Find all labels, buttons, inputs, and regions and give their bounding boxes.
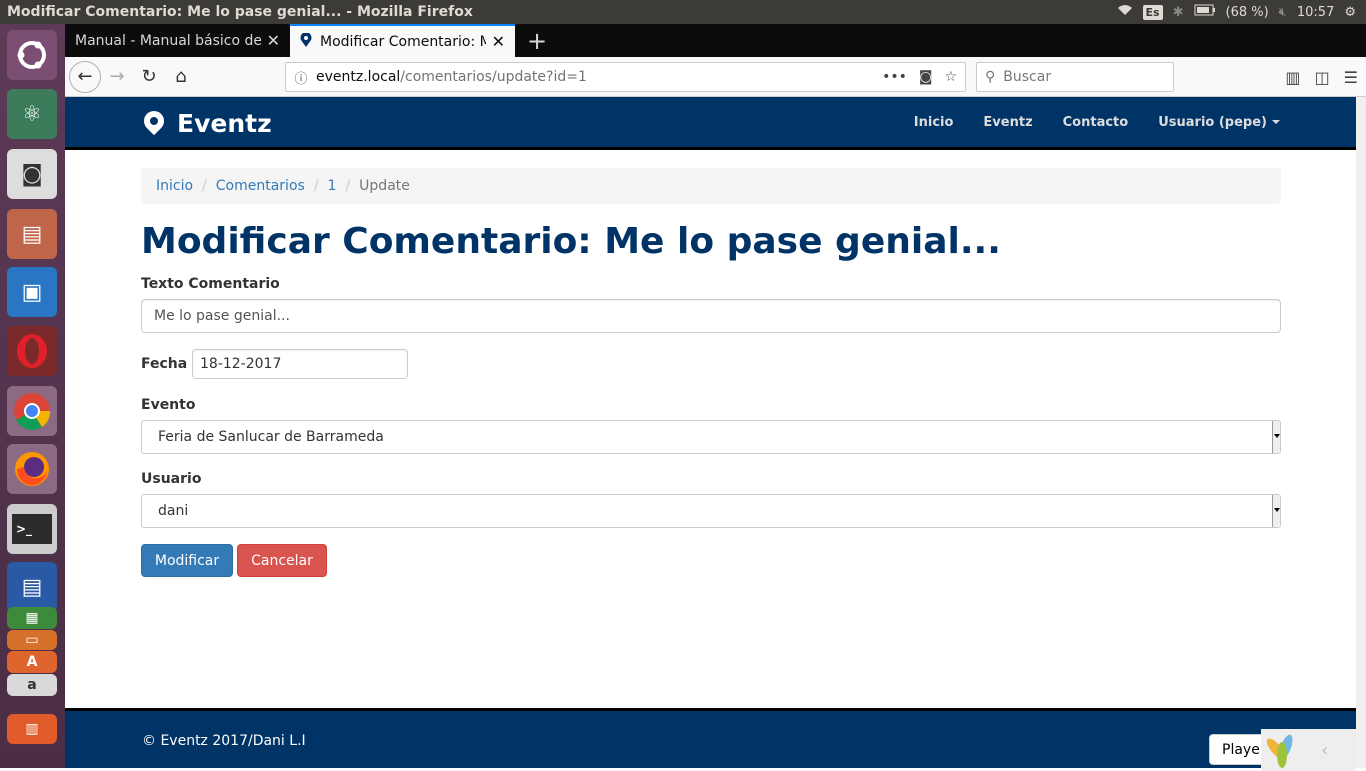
nav-toolbar: ← → ↻ ⌂ ⓘ eventz.local/comentarios/updat… [65, 57, 1366, 97]
breadcrumb-current: Update [359, 178, 410, 194]
ubuntu-dash-icon[interactable] [7, 30, 57, 80]
home-icon[interactable]: ⌂ [165, 61, 197, 93]
impress-icon[interactable]: ▭ [7, 630, 57, 650]
calc-icon[interactable]: ▦ [7, 607, 57, 629]
camera-icon[interactable]: ◙ [7, 149, 57, 199]
nav-link-contacto[interactable]: Contacto [1063, 115, 1129, 130]
opera-icon[interactable] [7, 326, 57, 376]
forward-arrow-icon[interactable]: → [101, 61, 133, 93]
chrome-icon[interactable] [7, 386, 57, 436]
breadcrumb-id[interactable]: 1 [328, 178, 337, 194]
yii-logo-icon [1263, 732, 1301, 768]
files-icon[interactable]: ▤ [7, 209, 57, 259]
reload-icon[interactable]: ↻ [133, 61, 165, 93]
yii-debug-toolbar[interactable]: ‹ [1261, 729, 1356, 771]
cancelar-button[interactable]: Cancelar [237, 544, 327, 577]
tab-label: Manual - Manual básico de C [75, 32, 261, 49]
usuario-select[interactable]: dani [141, 494, 1281, 528]
wifi-icon[interactable] [1117, 4, 1133, 20]
evento-select[interactable]: Feria de Sanlucar de Barrameda [141, 420, 1281, 454]
search-placeholder: Buscar [1003, 69, 1052, 85]
nav-link-eventz[interactable]: Eventz [983, 115, 1032, 130]
tab-manual[interactable]: Manual - Manual básico de C ✕ [65, 24, 290, 57]
library-icon[interactable]: ▥ [1285, 68, 1300, 87]
page-actions-icon[interactable]: ••• [882, 69, 907, 85]
map-pin-icon [300, 31, 312, 51]
url-path: /comentarios/update?id=1 [400, 69, 587, 85]
tab-modificar-comentario[interactable]: Modificar Comentario: M ✕ [290, 24, 515, 57]
dropdown-arrow-icon [1272, 421, 1280, 453]
writer-icon[interactable]: ▤ [7, 562, 57, 612]
nav-link-inicio[interactable]: Inicio [914, 115, 954, 130]
clock[interactable]: 10:57 [1297, 5, 1334, 20]
search-icon: ⚲ [985, 69, 996, 85]
firefox-icon[interactable] [7, 444, 57, 494]
tab-label: Modificar Comentario: M [320, 33, 486, 50]
url-host: eventz.local [316, 69, 401, 85]
breadcrumb-inicio[interactable]: Inicio [156, 178, 193, 194]
brand-logo[interactable]: Eventz [143, 109, 272, 138]
texto-comentario-input[interactable]: Me lo pase genial... [141, 299, 1281, 333]
caret-down-icon [1272, 120, 1280, 124]
usuario-selected-value: dani [158, 503, 189, 519]
close-tab-icon[interactable]: ✕ [492, 32, 505, 51]
url-bar[interactable]: ⓘ eventz.local/comentarios/update?id=1 •… [285, 62, 966, 92]
evento-selected-value: Feria de Sanlucar de Barrameda [158, 429, 384, 445]
brand-name: Eventz [177, 109, 272, 138]
trash-icon[interactable]: ▥ [7, 714, 57, 744]
close-tab-icon[interactable]: ✕ [267, 31, 280, 50]
user-menu-dropdown[interactable]: Usuario (pepe) [1158, 115, 1280, 130]
usuario-label: Usuario [141, 471, 202, 487]
bluetooth-icon[interactable]: ✱ [1173, 5, 1184, 20]
sidebar-icon[interactable]: ◫ [1315, 68, 1330, 87]
system-top-bar: Modificar Comentario: Me lo pase genial.… [0, 0, 1366, 24]
menu-hamburger-icon[interactable]: ☰ [1344, 68, 1358, 87]
site-footer: © Eventz 2017/Dani L.I Playe ‹ [65, 708, 1356, 771]
breadcrumb-separator: / [345, 178, 351, 194]
texto-comentario-label: Texto Comentario [141, 276, 280, 292]
site-info-icon[interactable]: ⓘ [286, 68, 316, 87]
new-tab-plus-icon[interactable]: + [515, 24, 559, 57]
pocket-icon[interactable]: ◙ [919, 69, 933, 85]
brackets-icon[interactable]: ▣ [7, 267, 57, 317]
store-icon[interactable]: a [7, 674, 57, 696]
modificar-button[interactable]: Modificar [141, 544, 233, 577]
search-input[interactable]: ⚲ Buscar [976, 62, 1174, 92]
settings-gear-icon[interactable]: ⚙ [1344, 5, 1356, 20]
map-pin-icon [143, 110, 165, 138]
volume-muted-icon[interactable]: 🔇︎ [1279, 5, 1287, 20]
battery-level[interactable]: (68 %) [1226, 5, 1269, 20]
page-scrollbar[interactable] [1356, 97, 1366, 768]
bookmark-star-icon[interactable]: ☆ [944, 69, 957, 85]
evento-label: Evento [141, 397, 196, 413]
fecha-input[interactable]: 18-12-2017 [192, 349, 408, 379]
footer-copyright: © Eventz 2017/Dani L.I [142, 733, 306, 749]
dropdown-arrow-icon [1272, 495, 1280, 527]
window-title: Modificar Comentario: Me lo pase genial.… [7, 4, 473, 20]
back-arrow-icon[interactable]: ← [69, 60, 101, 93]
atom-icon[interactable]: ⚛ [7, 89, 57, 139]
software-icon[interactable]: A [7, 651, 57, 673]
breadcrumb-comentarios[interactable]: Comentarios [216, 178, 305, 194]
page-content: Eventz Inicio Eventz Contacto Usuario (p… [65, 97, 1356, 771]
terminal-icon[interactable]: >_ [7, 504, 57, 554]
chevron-left-icon[interactable]: ‹ [1321, 740, 1328, 761]
fecha-label: Fecha [141, 356, 188, 372]
page-title: Modificar Comentario: Me lo pase genial.… [141, 221, 1001, 262]
breadcrumb-separator: / [313, 178, 319, 194]
keyboard-layout[interactable]: Es [1142, 4, 1163, 20]
battery-icon[interactable] [1194, 4, 1216, 20]
breadcrumb: Inicio / Comentarios / 1 / Update [141, 168, 1281, 204]
tab-strip: Manual - Manual básico de C ✕ Modificar … [65, 24, 1366, 57]
breadcrumb-separator: / [202, 178, 207, 194]
site-navbar: Eventz Inicio Eventz Contacto Usuario (p… [65, 97, 1356, 150]
user-menu-label: Usuario (pepe) [1158, 114, 1267, 130]
launcher: ⚛ ◙ ▤ ▣ >_ ▤ ▦ ▭ A a ▥ [0, 24, 65, 768]
